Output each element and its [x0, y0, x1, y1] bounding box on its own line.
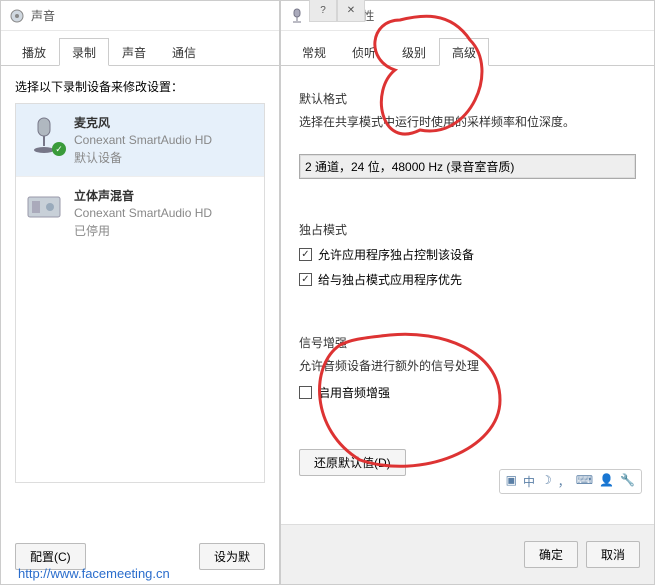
checkbox-icon [299, 386, 312, 399]
sound-tabs: 播放 录制 声音 通信 [1, 31, 279, 66]
exclusive-cb1-label: 允许应用程序独占控制该设备 [318, 246, 474, 263]
exclusive-title: 独占模式 [299, 221, 636, 238]
restore-defaults-button[interactable]: 还原默认值(D) [299, 449, 406, 476]
signal-desc: 允许音频设备进行额外的信号处理 [299, 357, 636, 374]
help-button[interactable]: ? [309, 0, 337, 22]
device-sub: Conexant SmartAudio HD [74, 206, 212, 220]
set-default-button[interactable]: 设为默 [199, 543, 265, 570]
tab-playback[interactable]: 播放 [9, 38, 59, 66]
ok-button[interactable]: 确定 [524, 541, 578, 568]
properties-window: 麦克风 属性 常规 侦听 级别 高级 默认格式 选择在共享模式中运行时使用的采样… [280, 0, 655, 585]
exclusive-cb1-row[interactable]: ✓ 允许应用程序独占控制该设备 [299, 246, 636, 263]
ime-toolbar[interactable]: ▣ 中 ☽ ， ⌨ 👤 🔧 [499, 469, 642, 494]
sound-titlebar: 声音 [1, 1, 279, 31]
ime-wrench-icon[interactable]: 🔧 [620, 473, 635, 490]
exclusive-cb2-row[interactable]: ✓ 给与独占模式应用程序优先 [299, 271, 636, 288]
sound-body: 选择以下录制设备来修改设置： ✓ 麦克风 Conexant SmartAudio… [1, 66, 279, 495]
soundcard-icon [24, 187, 64, 227]
sound-window: 声音 播放 录制 声音 通信 选择以下录制设备来修改设置： ✓ 麦克风 Cone… [0, 0, 280, 585]
device-info: 立体声混音 Conexant SmartAudio HD 已停用 [74, 187, 212, 239]
prop-tabs: 常规 侦听 级别 高级 [281, 31, 654, 66]
ime-moon-icon[interactable]: ☽ [541, 473, 552, 490]
format-select[interactable]: 2 通道，24 位，48000 Hz (录音室音质) [299, 154, 636, 179]
tab-levels[interactable]: 级别 [389, 38, 439, 66]
cancel-button[interactable]: 取消 [586, 541, 640, 568]
tab-sounds[interactable]: 声音 [109, 38, 159, 66]
close-button[interactable]: ✕ [337, 0, 365, 22]
ime-comma-icon[interactable]: ， [558, 473, 570, 490]
signal-title: 信号增强 [299, 334, 636, 351]
speaker-icon [9, 8, 25, 24]
tab-communications[interactable]: 通信 [159, 38, 209, 66]
instruction-text: 选择以下录制设备来修改设置： [15, 78, 265, 95]
format-select-value: 2 通道，24 位，48000 Hz (录音室音质) [305, 160, 514, 174]
device-name: 立体声混音 [74, 187, 212, 204]
default-format-desc: 选择在共享模式中运行时使用的采样频率和位深度。 [299, 113, 636, 130]
ime-keyboard-icon[interactable]: ⌨ [576, 473, 593, 490]
tab-advanced[interactable]: 高级 [439, 38, 489, 66]
microphone-icon: ✓ [24, 114, 64, 154]
device-status: 默认设备 [74, 149, 212, 166]
default-check-icon: ✓ [52, 142, 66, 156]
signal-cb-row[interactable]: 启用音频增强 [299, 384, 636, 401]
device-status: 已停用 [74, 222, 212, 239]
checkbox-icon: ✓ [299, 248, 312, 261]
device-row-stereomix[interactable]: 立体声混音 Conexant SmartAudio HD 已停用 [16, 176, 264, 249]
checkbox-icon: ✓ [299, 273, 312, 286]
exclusive-cb2-label: 给与独占模式应用程序优先 [318, 271, 462, 288]
window-controls: ? ✕ [309, 0, 365, 22]
microphone-small-icon [289, 8, 305, 24]
sound-title: 声音 [31, 7, 55, 24]
ime-person-icon[interactable]: 👤 [599, 473, 614, 490]
device-info: 麦克风 Conexant SmartAudio HD 默认设备 [74, 114, 212, 166]
device-sub: Conexant SmartAudio HD [74, 133, 212, 147]
ime-lang[interactable]: 中 [523, 473, 535, 490]
device-list[interactable]: ✓ 麦克风 Conexant SmartAudio HD 默认设备 立体声混音 … [15, 103, 265, 483]
tab-general[interactable]: 常规 [289, 38, 339, 66]
device-name: 麦克风 [74, 114, 212, 131]
prop-footer: 确定 取消 [281, 524, 654, 584]
tab-listen[interactable]: 侦听 [339, 38, 389, 66]
watermark-url: http://www.facemeeting.cn [18, 566, 170, 581]
tab-recording[interactable]: 录制 [59, 38, 109, 66]
signal-cb-label: 启用音频增强 [318, 384, 390, 401]
device-row-microphone[interactable]: ✓ 麦克风 Conexant SmartAudio HD 默认设备 [16, 104, 264, 176]
ime-frame-icon: ▣ [506, 473, 517, 490]
default-format-title: 默认格式 [299, 90, 636, 107]
